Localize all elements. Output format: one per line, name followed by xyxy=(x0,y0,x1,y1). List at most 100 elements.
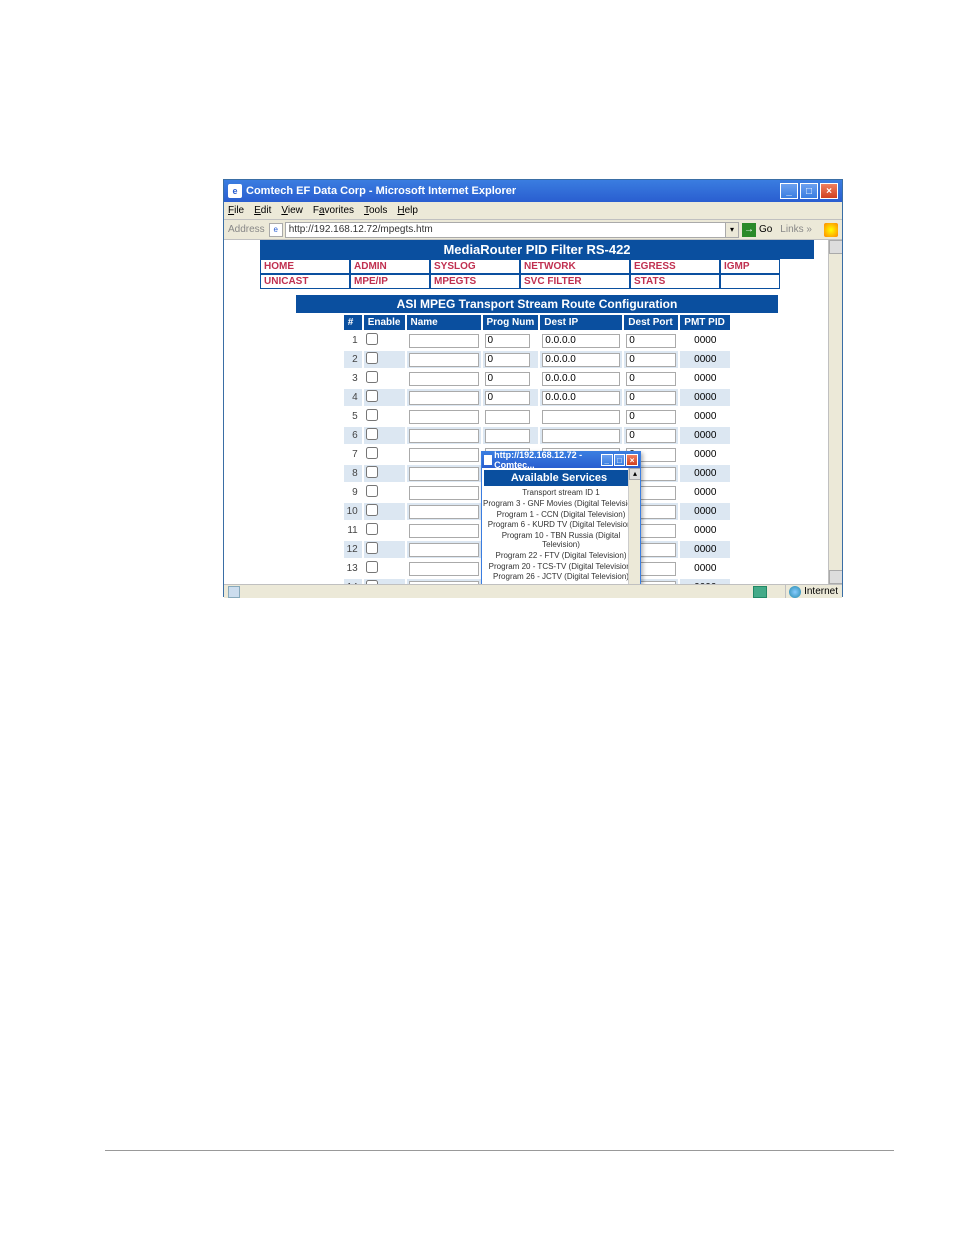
menu-tools[interactable]: Tools xyxy=(364,205,387,216)
enable-checkbox[interactable] xyxy=(366,504,378,516)
titlebar[interactable]: e Comtech EF Data Corp - Microsoft Inter… xyxy=(224,180,842,202)
name-input[interactable] xyxy=(409,562,479,576)
name-input[interactable] xyxy=(409,334,479,348)
name-input[interactable] xyxy=(409,448,479,462)
enable-checkbox[interactable] xyxy=(366,333,378,345)
cell-enable xyxy=(364,541,405,558)
destip-input[interactable] xyxy=(542,353,620,367)
name-input[interactable] xyxy=(409,524,479,538)
prognum-input[interactable] xyxy=(485,391,530,405)
name-input[interactable] xyxy=(409,372,479,386)
prognum-input[interactable] xyxy=(485,410,530,424)
nav-svcfilter[interactable]: SVC FILTER xyxy=(520,274,630,289)
cell-destip xyxy=(540,351,622,368)
close-button[interactable]: × xyxy=(820,183,838,199)
service-item[interactable]: Transport stream ID 1 xyxy=(482,488,640,499)
enable-checkbox[interactable] xyxy=(366,523,378,535)
service-item[interactable]: Program 6 - KURD TV (Digital Television) xyxy=(482,520,640,531)
destport-input[interactable] xyxy=(626,353,676,367)
destip-input[interactable] xyxy=(542,429,620,443)
destport-input[interactable] xyxy=(626,429,676,443)
address-dropdown[interactable]: ▾ xyxy=(725,222,739,238)
service-item[interactable]: Program 20 - TCS-TV (Digital Television) xyxy=(482,562,640,573)
nav-mpeip[interactable]: MPE/IP xyxy=(350,274,430,289)
enable-checkbox[interactable] xyxy=(366,561,378,573)
address-bar: Address e http://192.168.12.72/mpegts.ht… xyxy=(224,220,842,240)
enable-checkbox[interactable] xyxy=(366,371,378,383)
minimize-button[interactable]: _ xyxy=(780,183,798,199)
nav-network[interactable]: NETWORK xyxy=(520,259,630,274)
vertical-scrollbar[interactable] xyxy=(828,240,842,584)
nav-mpegts[interactable]: MPEGTS xyxy=(430,274,520,289)
cell-pmtpid: 0000 xyxy=(680,408,730,425)
popup-minimize-button[interactable]: _ xyxy=(601,454,613,466)
popup-maximize-button[interactable]: □ xyxy=(614,454,626,466)
table-row: 10000 xyxy=(344,332,731,349)
destip-input[interactable] xyxy=(542,391,620,405)
name-input[interactable] xyxy=(409,543,479,557)
maximize-button[interactable]: □ xyxy=(800,183,818,199)
popup-close-button[interactable]: × xyxy=(626,454,638,466)
name-input[interactable] xyxy=(409,391,479,405)
name-input[interactable] xyxy=(409,353,479,367)
enable-checkbox[interactable] xyxy=(366,542,378,554)
nav-egress[interactable]: EGRESS xyxy=(630,259,720,274)
statusbar: Internet xyxy=(224,584,842,598)
name-input[interactable] xyxy=(409,486,479,500)
name-input[interactable] xyxy=(409,505,479,519)
nav-syslog[interactable]: SYSLOG xyxy=(430,259,520,274)
service-item[interactable]: Program 3 - GNF Movies (Digital Televisi… xyxy=(482,499,640,510)
service-item[interactable]: Program 1 - CCN (Digital Television) xyxy=(482,510,640,521)
enable-checkbox[interactable] xyxy=(366,390,378,402)
enable-checkbox[interactable] xyxy=(366,409,378,421)
prognum-input[interactable] xyxy=(485,353,530,367)
enable-checkbox[interactable] xyxy=(366,428,378,440)
name-input[interactable] xyxy=(409,581,479,585)
enable-checkbox[interactable] xyxy=(366,466,378,478)
cell-enable xyxy=(364,522,405,539)
table-row: 50000 xyxy=(344,408,731,425)
enable-checkbox[interactable] xyxy=(366,352,378,364)
name-input[interactable] xyxy=(409,410,479,424)
menu-favorites[interactable]: Favorites xyxy=(313,205,354,216)
cell-name xyxy=(407,427,481,444)
menu-file[interactable]: File xyxy=(228,205,244,216)
enable-checkbox[interactable] xyxy=(366,580,378,584)
service-item[interactable]: Program 26 - JCTV (Digital Television) xyxy=(482,572,640,583)
name-input[interactable] xyxy=(409,429,479,443)
refresh-icon[interactable] xyxy=(753,586,767,598)
destport-input[interactable] xyxy=(626,334,676,348)
nav-admin[interactable]: ADMIN xyxy=(350,259,430,274)
links-label[interactable]: Links » xyxy=(780,224,812,235)
destport-input[interactable] xyxy=(626,410,676,424)
go-button[interactable]: → xyxy=(742,223,756,237)
menu-edit[interactable]: Edit xyxy=(254,205,271,216)
destip-input[interactable] xyxy=(542,334,620,348)
cell-pmtpid: 0000 xyxy=(680,389,730,406)
destport-input[interactable] xyxy=(626,372,676,386)
menu-view[interactable]: View xyxy=(281,205,303,216)
prognum-input[interactable] xyxy=(485,334,530,348)
menu-help[interactable]: Help xyxy=(397,205,418,216)
service-item[interactable]: Program 22 - FTV (Digital Television) xyxy=(482,551,640,562)
prognum-input[interactable] xyxy=(485,372,530,386)
nav-home[interactable]: HOME xyxy=(260,259,350,274)
name-input[interactable] xyxy=(409,467,479,481)
ie-icon xyxy=(484,455,492,465)
service-item[interactable]: Program 10 - TBN Russia (Digital Televis… xyxy=(482,531,640,551)
window-title: Comtech EF Data Corp - Microsoft Interne… xyxy=(246,185,516,197)
prognum-input[interactable] xyxy=(485,429,530,443)
destip-input[interactable] xyxy=(542,372,620,386)
nav-igmp[interactable]: IGMP xyxy=(720,259,780,274)
destport-input[interactable] xyxy=(626,391,676,405)
popup-titlebar[interactable]: http://192.168.12.72 - Comtec... _ □ × xyxy=(482,452,640,468)
address-label: Address xyxy=(228,224,265,235)
address-input[interactable]: http://192.168.12.72/mpegts.htm xyxy=(285,222,725,238)
nav-unicast[interactable]: UNICAST xyxy=(260,274,350,289)
popup-scrollbar[interactable] xyxy=(628,468,640,584)
nav-stats[interactable]: STATS xyxy=(630,274,720,289)
page-icon xyxy=(228,586,240,598)
enable-checkbox[interactable] xyxy=(366,485,378,497)
enable-checkbox[interactable] xyxy=(366,447,378,459)
destip-input[interactable] xyxy=(542,410,620,424)
